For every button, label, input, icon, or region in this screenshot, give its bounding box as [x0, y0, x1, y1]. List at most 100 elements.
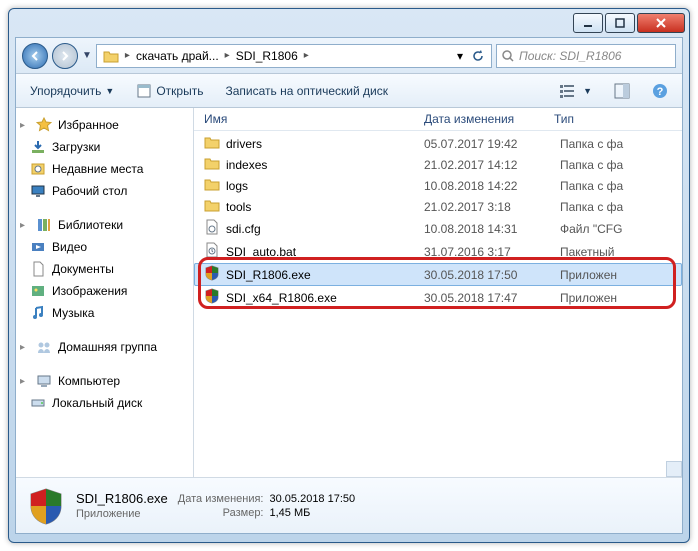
- status-filename: SDI_R1806.exe: [76, 491, 168, 506]
- sidebar-pictures[interactable]: Изображения: [16, 280, 193, 302]
- sidebar-recent[interactable]: Недавние места: [16, 158, 193, 180]
- exe-icon: [204, 265, 220, 284]
- file-row[interactable]: SDI_R1806.exe 30.05.2018 17:50 Приложен: [194, 263, 682, 286]
- dropdown-icon[interactable]: ▾: [453, 49, 467, 63]
- sidebar: ▸Избранное Загрузки Недавние места Рабоч…: [16, 108, 194, 477]
- sidebar-desktop[interactable]: Рабочий стол: [16, 180, 193, 202]
- file-type: Приложен: [560, 291, 672, 305]
- folder-icon: [204, 135, 220, 152]
- sidebar-libraries[interactable]: ▸Библиотеки: [16, 214, 193, 236]
- disk-icon: [30, 395, 46, 411]
- preview-pane-button[interactable]: [608, 80, 636, 102]
- file-list[interactable]: drivers05.07.2017 19:42Папка с фаindexes…: [194, 131, 682, 477]
- file-name: sdi.cfg: [226, 222, 261, 236]
- file-row[interactable]: sdi.cfg 10.08.2018 14:31 Файл "CFG: [194, 217, 682, 240]
- column-date[interactable]: Дата изменения: [424, 112, 554, 126]
- folder-icon: [204, 156, 220, 173]
- file-row[interactable]: logs 10.08.2018 14:22 Папка с фа: [194, 175, 682, 196]
- file-type: Файл "CFG: [560, 222, 672, 236]
- file-type: Пакетный: [560, 245, 672, 259]
- file-type: Приложен: [560, 268, 672, 282]
- close-button[interactable]: [637, 13, 685, 33]
- file-type: Папка с фа: [560, 200, 672, 214]
- organize-button[interactable]: Упорядочить ▼: [24, 81, 120, 101]
- file-name: indexes: [226, 158, 267, 172]
- chevron-right-icon[interactable]: ▸: [302, 50, 311, 61]
- file-row[interactable]: indexes 21.02.2017 14:12 Папка с фа: [194, 154, 682, 175]
- bat-icon: [204, 242, 220, 261]
- file-type: Папка с фа: [560, 158, 672, 172]
- search-icon: [501, 49, 515, 63]
- status-date-label: Дата изменения:: [178, 493, 264, 505]
- status-size-value: 1,45 МБ: [270, 507, 356, 519]
- forward-button[interactable]: [52, 43, 78, 69]
- file-date: 10.08.2018 14:31: [424, 222, 554, 236]
- sidebar-music[interactable]: Музыка: [16, 302, 193, 324]
- minimize-button[interactable]: [573, 13, 603, 33]
- file-name: logs: [226, 179, 248, 193]
- sidebar-local-disk[interactable]: Локальный диск: [16, 392, 193, 414]
- back-button[interactable]: [22, 43, 48, 69]
- help-button[interactable]: ?: [646, 80, 674, 102]
- file-date: 31.07.2016 3:17: [424, 245, 554, 259]
- document-icon: [30, 261, 46, 277]
- file-row[interactable]: SDI_x64_R1806.exe30.05.2018 17:47Приложе…: [194, 286, 682, 309]
- view-options-button[interactable]: ▼: [553, 80, 598, 102]
- titlebar: [9, 9, 689, 37]
- chevron-right-icon[interactable]: ▸: [223, 50, 232, 61]
- file-type: Папка с фа: [560, 179, 672, 193]
- picture-icon: [30, 283, 46, 299]
- file-date: 05.07.2017 19:42: [424, 137, 554, 151]
- file-pane: Имя Дата изменения Тип drivers 05.07.2017…: [194, 108, 682, 477]
- sidebar-favorites[interactable]: ▸Избранное: [16, 114, 193, 136]
- file-type: Папка с фа: [560, 137, 672, 151]
- chevron-right-icon[interactable]: ▸: [123, 50, 132, 61]
- music-icon: [30, 305, 46, 321]
- status-date-value: 30.05.2018 17:50: [270, 493, 356, 505]
- cfg-icon: [204, 219, 220, 238]
- exe-icon: [204, 288, 220, 307]
- burn-button[interactable]: Записать на оптический диск: [219, 81, 394, 101]
- file-date: 30.05.2018 17:47: [424, 291, 554, 305]
- scroll-corner: [666, 461, 682, 477]
- status-filetype: Приложение: [76, 508, 168, 520]
- sidebar-homegroup[interactable]: ▸Домашняя группа: [16, 336, 193, 358]
- sidebar-documents[interactable]: Документы: [16, 258, 193, 280]
- maximize-button[interactable]: [605, 13, 635, 33]
- toolbar: Упорядочить ▼ Открыть Записать на оптиче…: [16, 74, 682, 108]
- open-button[interactable]: Открыть: [130, 80, 209, 102]
- file-date: 10.08.2018 14:22: [424, 179, 554, 193]
- search-placeholder: Поиск: SDI_R1806: [519, 49, 621, 63]
- status-size-label: Размер:: [178, 507, 264, 519]
- computer-icon: [36, 373, 52, 389]
- file-date: 21.02.2017 14:12: [424, 158, 554, 172]
- folder-icon: [204, 198, 220, 215]
- file-name: drivers: [226, 137, 262, 151]
- open-icon: [136, 83, 152, 99]
- breadcrumb-current[interactable]: SDI_R1806: [232, 49, 302, 63]
- recent-icon: [30, 161, 46, 177]
- download-icon: [30, 139, 46, 155]
- column-type[interactable]: Тип: [554, 112, 672, 126]
- file-name: SDI_auto.bat: [226, 245, 296, 259]
- search-input[interactable]: Поиск: SDI_R1806: [496, 44, 676, 68]
- homegroup-icon: [36, 339, 52, 355]
- sidebar-computer[interactable]: ▸Компьютер: [16, 370, 193, 392]
- file-date: 30.05.2018 17:50: [424, 268, 554, 282]
- file-row[interactable]: SDI_auto.bat 31.07.2016 3:17 Пакетный: [194, 240, 682, 263]
- file-row[interactable]: tools 21.02.2017 3:18 Папка с фа: [194, 196, 682, 217]
- app-icon: [26, 486, 66, 526]
- breadcrumb[interactable]: ▸ скачать драй... ▸ SDI_R1806 ▸ ▾: [96, 44, 492, 68]
- breadcrumb-parent[interactable]: скачать драй...: [132, 49, 223, 63]
- column-name[interactable]: Имя: [204, 112, 424, 126]
- file-row[interactable]: drivers 05.07.2017 19:42 Папка с фа: [194, 133, 682, 154]
- column-headers[interactable]: Имя Дата изменения Тип: [194, 108, 682, 131]
- sidebar-downloads[interactable]: Загрузки: [16, 136, 193, 158]
- refresh-icon[interactable]: [467, 49, 489, 63]
- chevron-down-icon[interactable]: ▼: [82, 50, 92, 61]
- sidebar-videos[interactable]: Видео: [16, 236, 193, 258]
- file-date: 21.02.2017 3:18: [424, 200, 554, 214]
- file-name: tools: [226, 200, 251, 214]
- file-name: SDI_R1806.exe: [226, 268, 311, 282]
- status-bar: SDI_R1806.exe Приложение Дата изменения:…: [16, 477, 682, 533]
